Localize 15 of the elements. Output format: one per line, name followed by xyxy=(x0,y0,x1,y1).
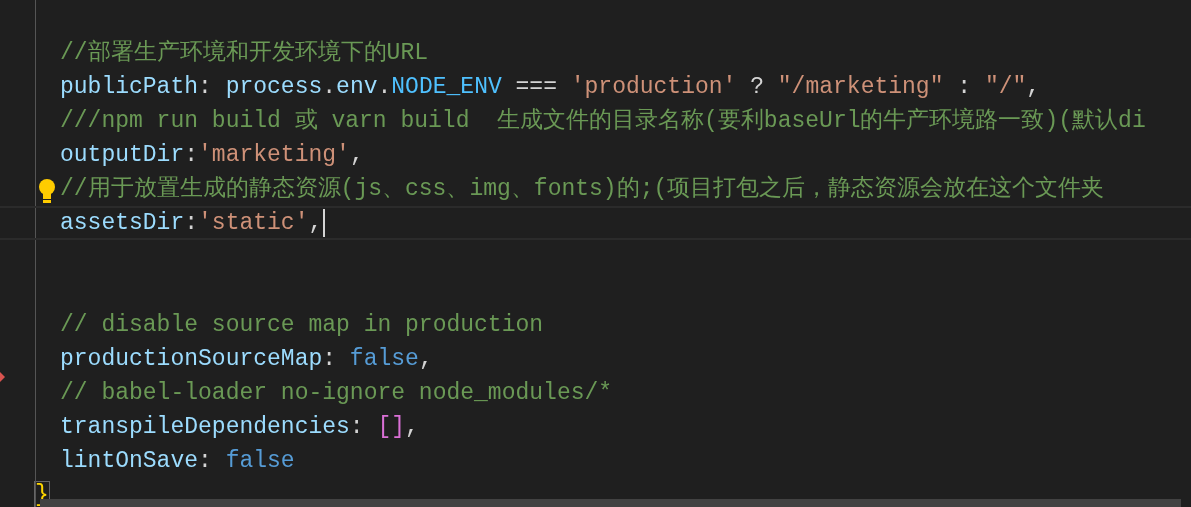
code-line: // babel-loader no-ignore node_modules/* xyxy=(60,379,613,408)
code-line: transpileDependencies: [], xyxy=(60,413,419,442)
code-line: //部署生产环境和开发环境下的URL xyxy=(60,38,428,68)
code-line: lintOnSave: false xyxy=(60,447,295,476)
code-line: //用于放置生成的静态资源(js、css、img、fonts)的;(项目打包之后，静态资源会放在这个文件夹 xyxy=(60,174,1105,204)
code-line: productionSourceMap: false, xyxy=(60,345,433,374)
change-marker-icon xyxy=(0,372,5,382)
code-line: publicPath: process.env.NODE_ENV === 'production' ? "/marketing" : "/", xyxy=(60,73,1041,102)
code-line: ///npm run build 或 varn build 生成文件的目录名称(要利baseUrl的牛产环境路一致)(默认di xyxy=(60,107,1146,136)
lightbulb-icon[interactable] xyxy=(37,178,57,204)
code-editor[interactable] xyxy=(0,0,1191,507)
text-cursor xyxy=(323,209,326,237)
code-line: outputDir:'marketing', xyxy=(60,141,364,170)
code-line: // disable source map in production xyxy=(60,311,544,340)
code-line: assetsDir:'static', xyxy=(60,209,323,238)
